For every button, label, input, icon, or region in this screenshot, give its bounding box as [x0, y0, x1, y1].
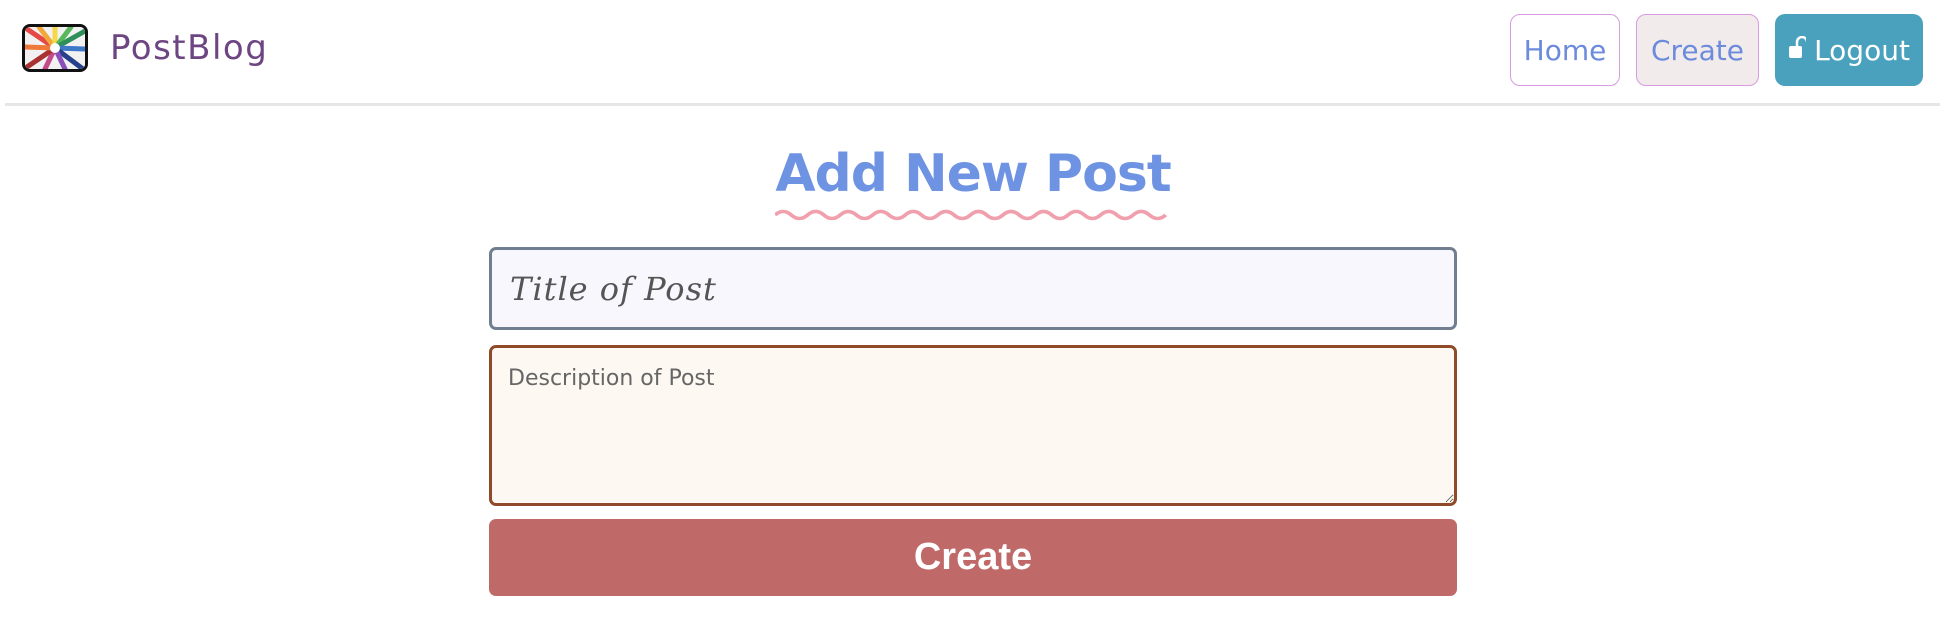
create-post-button[interactable]: Create — [489, 519, 1457, 596]
brand-link[interactable]: PostBlog — [22, 24, 268, 72]
wavy-underline — [775, 209, 1168, 221]
brand-name: PostBlog — [110, 28, 269, 68]
heading-wrap: Add New Post — [0, 144, 1946, 221]
new-post-form: Create — [489, 247, 1457, 596]
page-title-text: Add New Post — [775, 144, 1171, 204]
home-button[interactable]: Home — [1510, 14, 1620, 86]
create-post-button-label: Create — [913, 536, 1033, 578]
nav-actions: Home Create Logout — [1510, 14, 1923, 86]
post-description-input[interactable] — [489, 345, 1457, 506]
create-nav-button-label: Create — [1650, 33, 1745, 67]
create-nav-button[interactable]: Create — [1636, 14, 1759, 86]
page-title: Add New Post — [775, 144, 1172, 221]
logout-button[interactable]: Logout — [1775, 14, 1923, 86]
home-button-label: Home — [1523, 33, 1607, 67]
logout-button-label: Logout — [1814, 33, 1910, 67]
colored-pencils-logo-icon — [22, 24, 88, 72]
unlock-icon — [1788, 34, 1809, 67]
post-title-input[interactable] — [489, 247, 1457, 330]
navbar: PostBlog Home Create Logout — [5, 0, 1940, 106]
